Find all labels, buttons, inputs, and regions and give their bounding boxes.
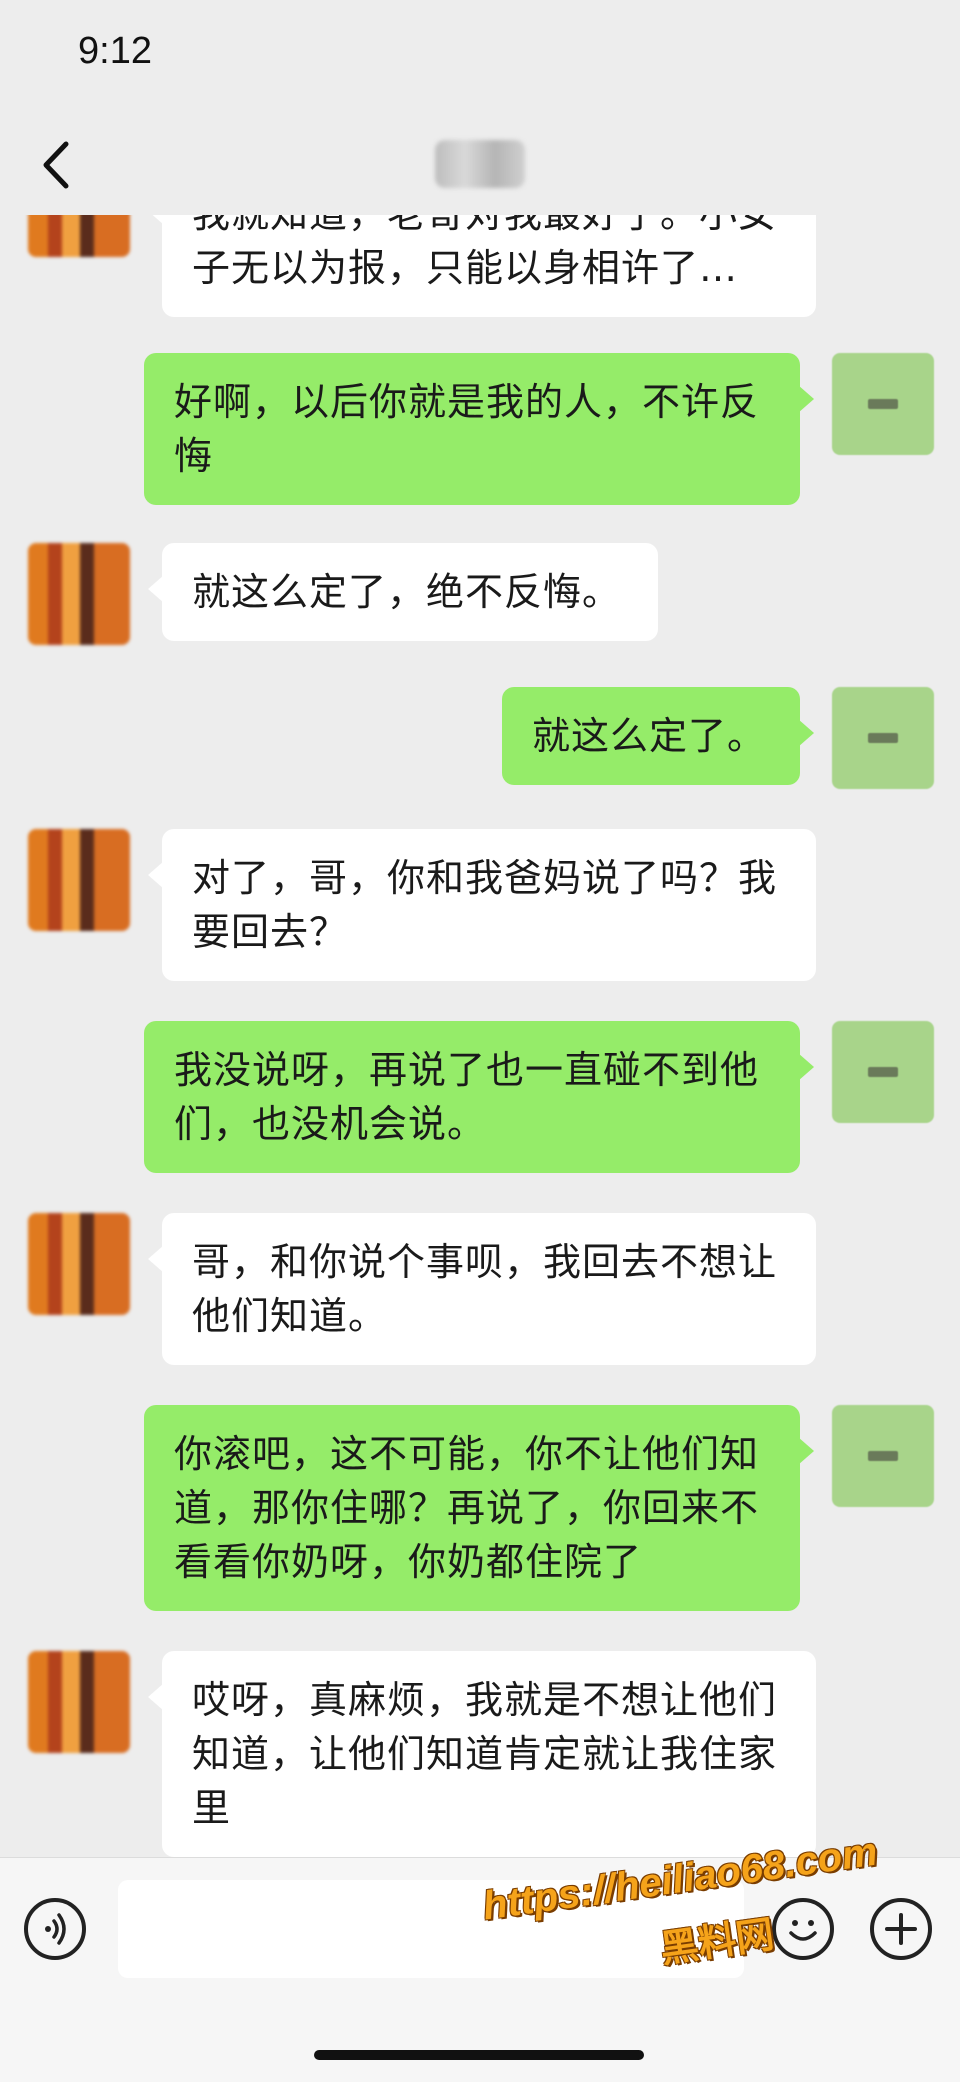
my-avatar[interactable] bbox=[832, 1021, 934, 1123]
contact-avatar[interactable] bbox=[28, 1213, 130, 1315]
home-indicator[interactable] bbox=[314, 2050, 644, 2060]
my-avatar[interactable] bbox=[832, 1405, 934, 1507]
status-time: 9:12 bbox=[78, 30, 152, 72]
message-bubble-them: 哎呀，真麻烦，我就是不想让他们知道，让他们知道肯定就让我住家里 bbox=[148, 1651, 816, 1857]
message-bubble-me: 就这么定了。 bbox=[502, 687, 814, 785]
message-list: 我就知道，老哥对我最好了。小女子无以为报，只能以身相许了… 好啊，以后你就是我的… bbox=[0, 215, 960, 1857]
plus-icon bbox=[885, 1913, 917, 1945]
chat-screen: 9:12 晓晓 我就知道，老哥对我最好了。小女子无以为报，只能以身相许了… 好啊… bbox=[0, 0, 960, 2082]
message-bubble-me: 我没说呀，再说了也一直碰不到他们，也没机会说。 bbox=[144, 1021, 814, 1173]
chat-title-blurred: 晓晓 bbox=[435, 140, 525, 188]
input-bar bbox=[0, 1857, 960, 2082]
my-avatar[interactable] bbox=[832, 687, 934, 789]
nav-bar: 晓晓 bbox=[0, 110, 960, 220]
plus-button[interactable] bbox=[870, 1898, 932, 1960]
message-bubble-them: 哥，和你说个事呗，我回去不想让他们知道。 bbox=[148, 1213, 816, 1365]
my-avatar[interactable] bbox=[832, 353, 934, 455]
voice-button[interactable] bbox=[24, 1898, 86, 1960]
contact-avatar[interactable] bbox=[28, 1651, 130, 1753]
status-bar: 9:12 bbox=[0, 0, 960, 110]
contact-avatar[interactable] bbox=[28, 829, 130, 931]
voice-icon bbox=[45, 1913, 66, 1945]
message-bubble-them: 就这么定了，绝不反悔。 bbox=[148, 543, 658, 641]
back-button[interactable] bbox=[30, 130, 90, 200]
message-bubble-me: 好啊，以后你就是我的人，不许反悔 bbox=[144, 353, 814, 505]
message-bubble-me: 你滚吧，这不可能，你不让他们知道，那你住哪？再说了，你回来不看看你奶呀，你奶都住… bbox=[144, 1405, 814, 1611]
chevron-left-icon bbox=[43, 141, 69, 189]
contact-avatar[interactable] bbox=[28, 215, 130, 257]
message-bubble-them: 对了，哥，你和我爸妈说了吗？我要回去？ bbox=[148, 829, 816, 981]
emoji-icon bbox=[789, 1920, 817, 1941]
contact-avatar[interactable] bbox=[28, 543, 130, 645]
emoji-button[interactable] bbox=[772, 1898, 834, 1960]
message-input[interactable] bbox=[118, 1880, 744, 1978]
message-bubble-them: 我就知道，老哥对我最好了。小女子无以为报，只能以身相许了… bbox=[148, 215, 816, 317]
